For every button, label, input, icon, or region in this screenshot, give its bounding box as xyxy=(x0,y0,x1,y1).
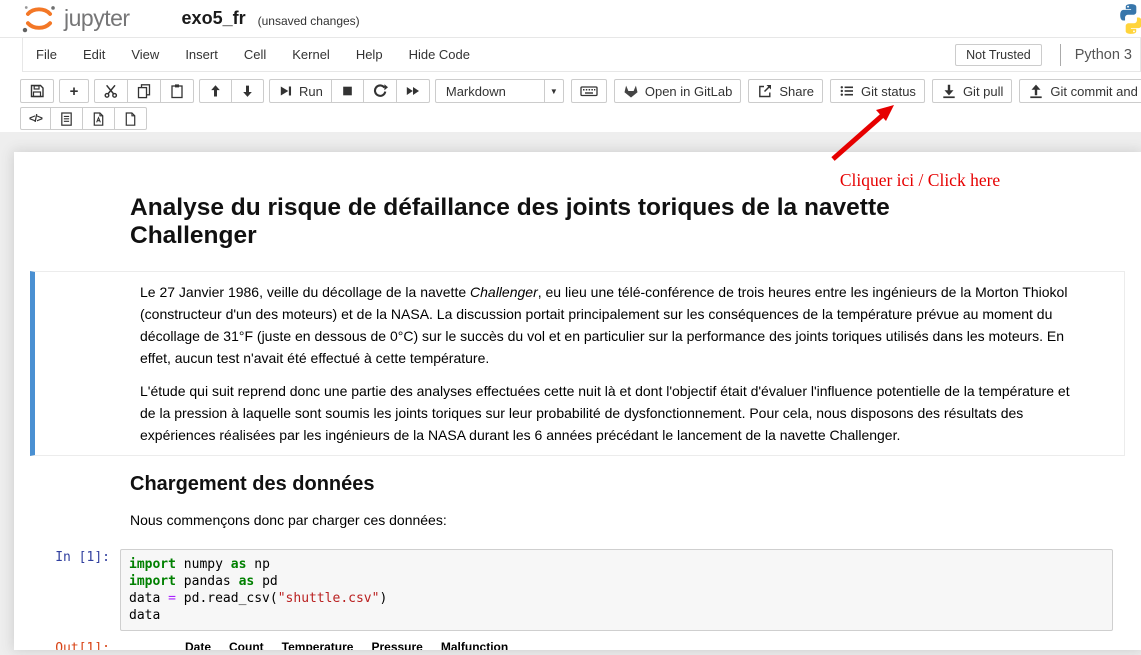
share-icon xyxy=(757,83,773,99)
plus-icon: + xyxy=(70,84,79,99)
paste-button[interactable] xyxy=(160,79,194,103)
section-intro: Nous commençons donc par charger ces don… xyxy=(130,512,1141,528)
menubar-container: FileEditViewInsertCellKernelHelpHide Cod… xyxy=(0,38,1141,72)
refresh-icon xyxy=(372,83,388,99)
intro-blockquote: Le 27 Janvier 1986, veille du décollage … xyxy=(30,271,1125,456)
paste-icon xyxy=(169,83,185,99)
insert-cell-button[interactable]: + xyxy=(59,79,89,103)
code-icon: </> xyxy=(29,113,42,125)
notebook-page: Analyse du risque de défaillance des joi… xyxy=(14,152,1141,650)
code-editor[interactable]: import numpy as npimport pandas as pddat… xyxy=(120,549,1113,631)
table-header-temperature: Temperature xyxy=(273,640,363,650)
copy-button[interactable] xyxy=(127,79,161,103)
git-commit-push-button[interactable]: Git commit and push xyxy=(1019,79,1141,103)
chevron-down-icon: ▼ xyxy=(544,80,563,102)
document-title: Analyse du risque de défaillance des joi… xyxy=(130,194,990,250)
move-cell-up-button[interactable] xyxy=(199,79,232,103)
output-table-header-row: DateCountTemperaturePressureMalfunction xyxy=(176,640,517,650)
cell-type-select[interactable]: Markdown ▼ xyxy=(435,79,564,103)
kernel-separator xyxy=(1060,44,1061,66)
git-commit-push-label: Git commit and push xyxy=(1050,84,1141,99)
python-logo-icon xyxy=(1114,2,1141,36)
open-in-gitlab-button[interactable]: Open in GitLab xyxy=(614,79,741,103)
menu-item-edit[interactable]: Edit xyxy=(70,39,118,71)
code-cell[interactable]: In [1]: import numpy as npimport pandas … xyxy=(14,549,1141,631)
challenger-italic: Challenger xyxy=(470,284,538,300)
move-cell-down-button[interactable] xyxy=(231,79,264,103)
output-prompt: Out[1]: xyxy=(14,640,120,650)
section-title: Chargement des données xyxy=(130,473,1141,496)
notebook-title[interactable]: exo5_fr xyxy=(182,8,246,29)
table-header-date: Date xyxy=(176,640,220,650)
run-button[interactable]: Run xyxy=(269,79,332,103)
git-status-button[interactable]: Git status xyxy=(830,79,925,103)
open-in-gitlab-label: Open in GitLab xyxy=(645,84,732,99)
not-trusted-button[interactable]: Not Trusted xyxy=(955,44,1042,66)
menubar: FileEditViewInsertCellKernelHelpHide Cod… xyxy=(22,38,1141,72)
jupyter-wordmark: jupyter xyxy=(64,5,130,32)
code-lines: import numpy as npimport pandas as pddat… xyxy=(129,556,1104,624)
save-button[interactable] xyxy=(20,79,54,103)
jupyter-logo-icon xyxy=(20,2,58,36)
fast-forward-icon xyxy=(405,83,421,99)
toolbar-row-2: </> xyxy=(20,107,1141,130)
menu-item-help[interactable]: Help xyxy=(343,39,396,71)
menu-item-view[interactable]: View xyxy=(118,39,172,71)
restart-run-all-button[interactable] xyxy=(396,79,430,103)
git-pull-label: Git pull xyxy=(963,84,1003,99)
file-pdf-icon xyxy=(91,111,106,127)
gitlab-icon xyxy=(623,83,639,99)
share-button[interactable]: Share xyxy=(748,79,823,103)
cell-type-value: Markdown xyxy=(436,84,544,99)
menu-item-kernel[interactable]: Kernel xyxy=(279,39,343,71)
run-label: Run xyxy=(299,84,323,99)
toggle-code-button[interactable]: </> xyxy=(20,107,51,130)
git-pull-button[interactable]: Git pull xyxy=(932,79,1012,103)
interrupt-kernel-button[interactable] xyxy=(331,79,364,103)
keyboard-icon xyxy=(580,83,598,99)
kernel-name: Python 3 xyxy=(1075,47,1132,63)
share-label: Share xyxy=(779,84,814,99)
scissors-icon xyxy=(103,83,119,99)
table-header-malfunction: Malfunction xyxy=(432,640,517,650)
table-header-count: Count xyxy=(220,640,273,650)
arrow-up-icon xyxy=(208,83,223,99)
checkpoint-status: (unsaved changes) xyxy=(258,14,360,28)
step-forward-icon xyxy=(278,83,293,99)
cut-button[interactable] xyxy=(94,79,128,103)
copy-icon xyxy=(136,83,152,99)
git-status-label: Git status xyxy=(861,84,916,99)
menu-right: Not Trusted Python 3 xyxy=(955,44,1132,66)
menu-items: FileEditViewInsertCellKernelHelpHide Cod… xyxy=(23,39,483,71)
upload-icon xyxy=(1028,83,1044,99)
list-icon xyxy=(839,83,855,99)
command-palette-button[interactable] xyxy=(571,79,607,103)
quote-paragraph-2: L'étude qui suit reprend donc une partie… xyxy=(140,380,1076,446)
file-blank-icon xyxy=(123,111,138,127)
export-pdf-button[interactable] xyxy=(82,107,115,130)
menu-item-hide-code[interactable]: Hide Code xyxy=(396,39,483,71)
menu-item-file[interactable]: File xyxy=(23,39,70,71)
toolbar-row-1: + xyxy=(20,79,1141,103)
jupyter-logo[interactable]: jupyter xyxy=(20,2,130,36)
arrow-down-icon xyxy=(240,83,255,99)
file-text-icon xyxy=(59,111,74,127)
quote-paragraph-1: Le 27 Janvier 1986, veille du décollage … xyxy=(140,281,1076,369)
floppy-icon xyxy=(29,83,45,99)
menu-item-cell[interactable]: Cell xyxy=(231,39,279,71)
menu-item-insert[interactable]: Insert xyxy=(172,39,231,71)
output-area: Out[1]: DateCountTemperaturePressureMalf… xyxy=(14,640,1141,650)
new-file-button[interactable] xyxy=(114,107,147,130)
table-header-pressure: Pressure xyxy=(362,640,431,650)
toolbar: + xyxy=(0,72,1141,132)
export-script-button[interactable] xyxy=(50,107,83,130)
input-prompt: In [1]: xyxy=(14,549,120,631)
restart-kernel-button[interactable] xyxy=(363,79,397,103)
stop-icon xyxy=(340,83,355,99)
download-icon xyxy=(941,83,957,99)
app-header: jupyter exo5_fr (unsaved changes) xyxy=(0,0,1141,38)
